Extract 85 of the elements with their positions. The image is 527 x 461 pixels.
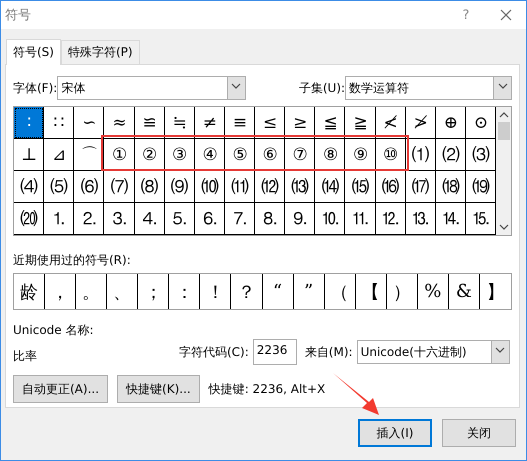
symbol-cell[interactable]: ⑾ (224, 171, 255, 203)
symbol-cell[interactable]: ≤ (255, 107, 286, 139)
window-title: 符号 (5, 7, 32, 24)
dialog-button[interactable]: 关闭 (442, 419, 516, 447)
symbol-cell[interactable]: ⒇ (14, 203, 44, 235)
symbol-cell[interactable]: ∶ (14, 107, 44, 139)
symbol-cell[interactable]: ≈ (104, 107, 134, 139)
from-dropdown[interactable]: Unicode(十六进制) (356, 340, 510, 364)
symbol-cell[interactable]: ≠ (194, 107, 225, 139)
scroll-thumb[interactable] (498, 122, 510, 140)
close-icon[interactable] (500, 9, 512, 21)
symbol-cell[interactable]: ⑶ (466, 139, 496, 171)
chevron-icon[interactable] (231, 82, 242, 88)
symbol-cell[interactable]: ⒊ (104, 203, 134, 235)
symbol-cell[interactable]: ⒈ (44, 203, 74, 235)
down-chevron-icon[interactable] (498, 224, 508, 230)
symbol-cell[interactable]: ⑺ (104, 171, 134, 203)
symbol-cell[interactable]: ⊙ (466, 107, 496, 139)
shortcut-text: 快捷键: 2236, Alt+X (208, 380, 326, 398)
symbol-cell[interactable]: ⒃ (376, 171, 406, 203)
symbol-cell[interactable]: ⒁ (315, 171, 346, 203)
symbol-cell[interactable]: ⑹ (74, 171, 104, 203)
font-label: 字体(F): (13, 80, 58, 96)
action-button[interactable]: 快捷键(K)... (117, 375, 200, 403)
recent-symbol[interactable]: 】 (480, 274, 511, 309)
symbol-cell[interactable]: ⑴ (406, 139, 436, 171)
unicode-name-label: Unicode 名称: (13, 322, 95, 339)
symbol-cell[interactable]: ≮ (376, 107, 406, 139)
symbol-cell[interactable]: ⒅ (436, 171, 466, 203)
symbol-cell[interactable]: ⑽ (194, 171, 225, 203)
symbol-cell[interactable]: ⊥ (14, 139, 44, 171)
symbol-cell[interactable]: ⑻ (134, 171, 165, 203)
symbol-cell[interactable]: ⒆ (466, 171, 496, 203)
char-code-field[interactable]: 2236 (252, 339, 297, 365)
symbol-cell[interactable]: ∽ (74, 107, 104, 139)
symbol-cell[interactable]: ⑷ (14, 171, 44, 203)
symbol-cell[interactable]: ⒓ (376, 203, 406, 235)
symbol-cell[interactable]: ⒕ (436, 203, 466, 235)
symbol-cell[interactable]: ⒉ (74, 203, 104, 235)
symbol-cell[interactable]: ⒎ (224, 203, 255, 235)
symbol-cell[interactable]: ⑿ (255, 171, 286, 203)
symbol-cell[interactable]: ⒐ (285, 203, 316, 235)
symbol-cell[interactable]: ⒄ (406, 171, 436, 203)
symbol-cell[interactable]: ⌒ (74, 139, 104, 171)
symbol-cell[interactable]: ⑵ (436, 139, 466, 171)
recent-symbols-label: 近期使用过的符号(R): (13, 252, 132, 269)
up-chevron-icon[interactable] (498, 112, 508, 118)
symbol-cell[interactable]: ⑼ (164, 171, 195, 203)
symbol-cell[interactable]: ∷ (44, 107, 74, 139)
font-dropdown[interactable]: 宋体 (57, 76, 246, 100)
action-button[interactable]: 自动更正(A)... (13, 375, 108, 403)
symbol-cell[interactable]: ③ (164, 139, 195, 171)
symbol-cell[interactable]: ⑸ (44, 171, 74, 203)
symbol-cell[interactable]: ≒ (164, 107, 195, 139)
symbol-cell[interactable]: ≯ (406, 107, 436, 139)
subset-dropdown[interactable]: 数学运算符 (345, 76, 512, 100)
symbol-cell[interactable]: ⒍ (194, 203, 225, 235)
symbol-cell[interactable]: ⊕ (436, 107, 466, 139)
symbol-cell[interactable]: ⒏ (255, 203, 286, 235)
symbol-cell[interactable]: ⒔ (406, 203, 436, 235)
symbol-cell[interactable]: ② (134, 139, 165, 171)
symbol-cell[interactable]: ⒌ (164, 203, 195, 235)
symbol-cell[interactable]: ⒒ (345, 203, 376, 235)
tab[interactable]: 特殊字符(P) (60, 40, 140, 64)
symbol-cell[interactable]: ≦ (315, 107, 346, 139)
tab[interactable]: 符号(S) (6, 39, 61, 65)
symbol-cell[interactable]: ⒖ (466, 203, 496, 235)
dialog-button[interactable]: 插入(I) (358, 419, 432, 447)
symbol-cell[interactable]: ⒋ (134, 203, 165, 235)
chevron-icon[interactable] (495, 346, 506, 352)
symbol-cell[interactable]: ⒀ (285, 171, 316, 203)
char-code-label: 字符代码(C): (179, 344, 249, 360)
symbol-cell[interactable]: ⑩ (376, 139, 406, 171)
symbol-cell[interactable]: ⊿ (44, 139, 74, 171)
symbol-cell[interactable]: ⒂ (345, 171, 376, 203)
symbol-cell[interactable]: ≌ (134, 107, 165, 139)
symbol-cell[interactable]: ≥ (285, 107, 316, 139)
unicode-name: 比率 (13, 348, 38, 365)
subset-label: 子集(U): (298, 80, 346, 96)
symbol-cell[interactable]: ≡ (224, 107, 255, 139)
chevron-icon[interactable] (498, 82, 508, 88)
symbol-cell[interactable]: ≧ (345, 107, 376, 139)
symbol-cell[interactable]: ⒑ (315, 203, 346, 235)
from-label: 来自(M): (304, 344, 353, 360)
help-button[interactable]: ? (446, 8, 486, 22)
